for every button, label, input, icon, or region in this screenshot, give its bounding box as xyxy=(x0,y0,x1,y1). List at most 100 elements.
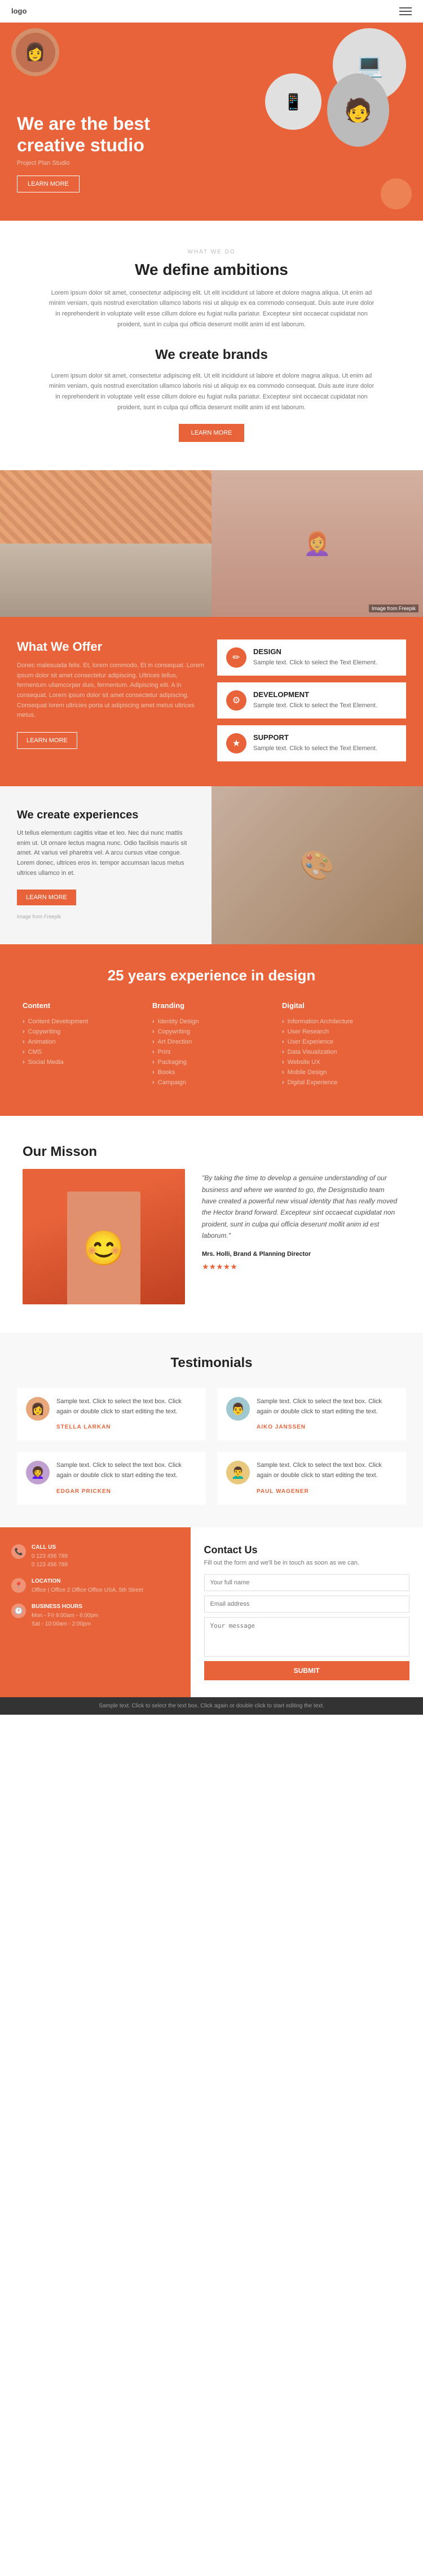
hours-text: Mon - Fri 9:00am - 6:00pm Sat - 10:00am … xyxy=(32,1611,98,1628)
testimonial-card: 👨Sample text. Click to select the text b… xyxy=(217,1388,406,1440)
list-item: ›Copywriting xyxy=(152,1027,271,1037)
contact-form: SUBMIT xyxy=(204,1574,410,1680)
testimonial-text: Sample text. Click to select the text bo… xyxy=(56,1397,197,1417)
footer-right: Contact Us Fill out the form and we'll b… xyxy=(191,1527,423,1697)
contact-name-input[interactable] xyxy=(204,1574,410,1591)
mission-quote: "By taking the time to develop a genuine… xyxy=(202,1172,400,1241)
hero-section: 👩 💻 📱 🧑 We are the best creative studio … xyxy=(0,23,423,221)
testimonial-text: Sample text. Click to select the text bo… xyxy=(56,1461,197,1480)
list-item: ›Social Media xyxy=(23,1057,141,1067)
offer-section: What We Offer Donec malesuada felis. Et,… xyxy=(0,617,423,786)
testimonial-content: Sample text. Click to select the text bo… xyxy=(257,1397,397,1431)
footer-hours-item: 🕐 BUSINESS HOURS Mon - Fri 9:00am - 6:00… xyxy=(11,1604,179,1628)
exp-learn-btn[interactable]: LEARN MORE xyxy=(17,890,76,905)
location-label: LOCATION xyxy=(32,1578,143,1584)
contact-submit-btn[interactable]: SUBMIT xyxy=(204,1661,410,1680)
years-col-branding-list: ›Identity Design›Copywriting›Art Directi… xyxy=(152,1017,271,1088)
offer-learn-btn[interactable]: LEARN MORE xyxy=(17,732,77,749)
years-col-content: Content ›Content Development›Copywriting… xyxy=(23,1001,141,1088)
years-col-branding: Branding ›Identity Design›Copywriting›Ar… xyxy=(152,1001,271,1088)
image-grid: 👩‍🦰 Image from Freepik xyxy=(0,470,423,617)
mission-right: "By taking the time to develop a genuine… xyxy=(202,1144,400,1304)
img-block-1 xyxy=(0,470,211,544)
list-item: ›Identity Design xyxy=(152,1017,271,1027)
location-icon: 📍 xyxy=(11,1578,26,1593)
testimonials-grid: 👩 Sample text. Click to select the text b… xyxy=(17,1388,406,1504)
testimonial-text: Sample text. Click to select the text bo… xyxy=(257,1461,397,1480)
testimonial-content: Sample text. Click to select the text bo… xyxy=(56,1461,197,1495)
testimonial-avatar: 👩 xyxy=(26,1397,50,1421)
img-col-right: 👩‍🦰 Image from Freepik xyxy=(211,470,423,617)
hero-circle-phone: 📱 xyxy=(265,73,321,130)
testimonials-section: Testimonials 👩 Sample text. Click to sele… xyxy=(0,1333,423,1527)
hero-orange-decor xyxy=(381,178,412,209)
design-title: DESIGN xyxy=(253,647,377,656)
offer-card-dev: ⚙ DEVELOPMENT Sample text. Click to sele… xyxy=(217,682,406,719)
hero-circle-person: 👩 xyxy=(11,28,59,76)
hero-learn-btn[interactable]: LEARN MORE xyxy=(17,176,80,192)
contact-email-input[interactable] xyxy=(204,1596,410,1613)
offer-left: What We Offer Donec malesuada felis. Et,… xyxy=(17,639,206,764)
hamburger-menu[interactable] xyxy=(399,7,412,15)
list-item: ›Digital Experience xyxy=(282,1077,400,1088)
support-icon: ★ xyxy=(226,733,246,753)
testimonial-card: 👨‍🦱 Sample text. Click to select the text… xyxy=(217,1452,406,1504)
hero-title: We are the best creative studio xyxy=(17,113,164,156)
header: logo xyxy=(0,0,423,23)
list-item: ›User Experience xyxy=(282,1037,400,1047)
testimonial-name: EDGAR PRICKEN xyxy=(56,1488,111,1495)
img-block-2 xyxy=(0,544,211,617)
brands-text: Lorem ipsum dolor sit amet, consectetur … xyxy=(48,371,375,413)
footer-left: 📞 CALL US 0 123 456 789 0 123 456 789 📍 … xyxy=(0,1527,191,1697)
section-title: We define ambitions xyxy=(34,261,389,279)
testimonial-content: Sample text. Click to select the text bo… xyxy=(257,1461,397,1495)
list-item: ›Content Development xyxy=(23,1017,141,1027)
list-item: ›User Research xyxy=(282,1027,400,1037)
section-label: WHAT WE DO xyxy=(34,249,389,255)
testimonial-name: STELLA LARKAN xyxy=(56,1424,111,1430)
hero-text-group: We are the best creative studio Project … xyxy=(17,113,164,192)
years-col-digital: Digital ›Information Architecture›User R… xyxy=(282,1001,400,1088)
list-item: ›Campaign xyxy=(152,1077,271,1088)
footer-call-item: 📞 CALL US 0 123 456 789 0 123 456 789 xyxy=(11,1544,179,1569)
support-text: Sample text. Click to select the Text El… xyxy=(253,744,377,753)
exp-left: We create experiences Ut tellus elementu… xyxy=(0,786,211,944)
dev-title: DEVELOPMENT xyxy=(253,690,377,699)
exp-title: We create experiences xyxy=(17,809,195,822)
testimonials-title: Testimonials xyxy=(17,1355,406,1371)
offer-card-support-content: SUPPORT Sample text. Click to select the… xyxy=(253,733,377,753)
list-item: ›Information Architecture xyxy=(282,1017,400,1027)
list-item: ›Website UX xyxy=(282,1057,400,1067)
brands-title: We create brands xyxy=(34,347,389,363)
contact-subtitle: Fill out the form and we'll be in touch … xyxy=(204,1559,410,1566)
learn-more-btn[interactable]: LEARN MORE xyxy=(179,424,245,442)
offer-title: What We Offer xyxy=(17,639,206,654)
list-item: ›Mobile Design xyxy=(282,1067,400,1077)
mission-name: Mrs. Holli, Brand & Planning Director xyxy=(202,1251,400,1258)
exp-right: 🎨 xyxy=(211,786,423,944)
footer: 📞 CALL US 0 123 456 789 0 123 456 789 📍 … xyxy=(0,1527,423,1697)
list-item: ›Print xyxy=(152,1047,271,1057)
hours-icon: 🕐 xyxy=(11,1604,26,1618)
years-grid: Content ›Content Development›Copywriting… xyxy=(23,1001,400,1088)
testimonial-content: Sample text. Click to select the text bo… xyxy=(56,1397,197,1431)
years-col-content-title: Content xyxy=(23,1001,141,1010)
copyright-text: Sample text. Click to select the text bo… xyxy=(11,1703,412,1709)
what-we-do-section: WHAT WE DO We define ambitions Lorem ips… xyxy=(0,221,423,471)
phone-icon: 📞 xyxy=(11,1544,26,1559)
testimonial-name: PAUL WAGENER xyxy=(257,1488,309,1495)
contact-message-input[interactable] xyxy=(204,1617,410,1657)
testimonial-card: 👩 Sample text. Click to select the text b… xyxy=(17,1388,206,1440)
testimonial-avatar: 👨‍🦱 xyxy=(226,1461,250,1484)
logo: logo xyxy=(11,7,27,15)
contact-title: Contact Us xyxy=(204,1544,410,1556)
offer-cards: ✏ DESIGN Sample text. Click to select th… xyxy=(217,639,406,764)
call-label: CALL US xyxy=(32,1544,68,1550)
mission-left: Our Misson 😊 xyxy=(23,1144,185,1304)
years-col-branding-title: Branding xyxy=(152,1001,271,1010)
testimonial-text: Sample text. Click to select the text bo… xyxy=(257,1397,397,1417)
list-item: ›Copywriting xyxy=(23,1027,141,1037)
footer-location-item: 📍 LOCATION Office | Office 2 Office Offi… xyxy=(11,1578,179,1594)
call-text: 0 123 456 789 0 123 456 789 xyxy=(32,1552,68,1569)
list-item: ›Data Visualization xyxy=(282,1047,400,1057)
